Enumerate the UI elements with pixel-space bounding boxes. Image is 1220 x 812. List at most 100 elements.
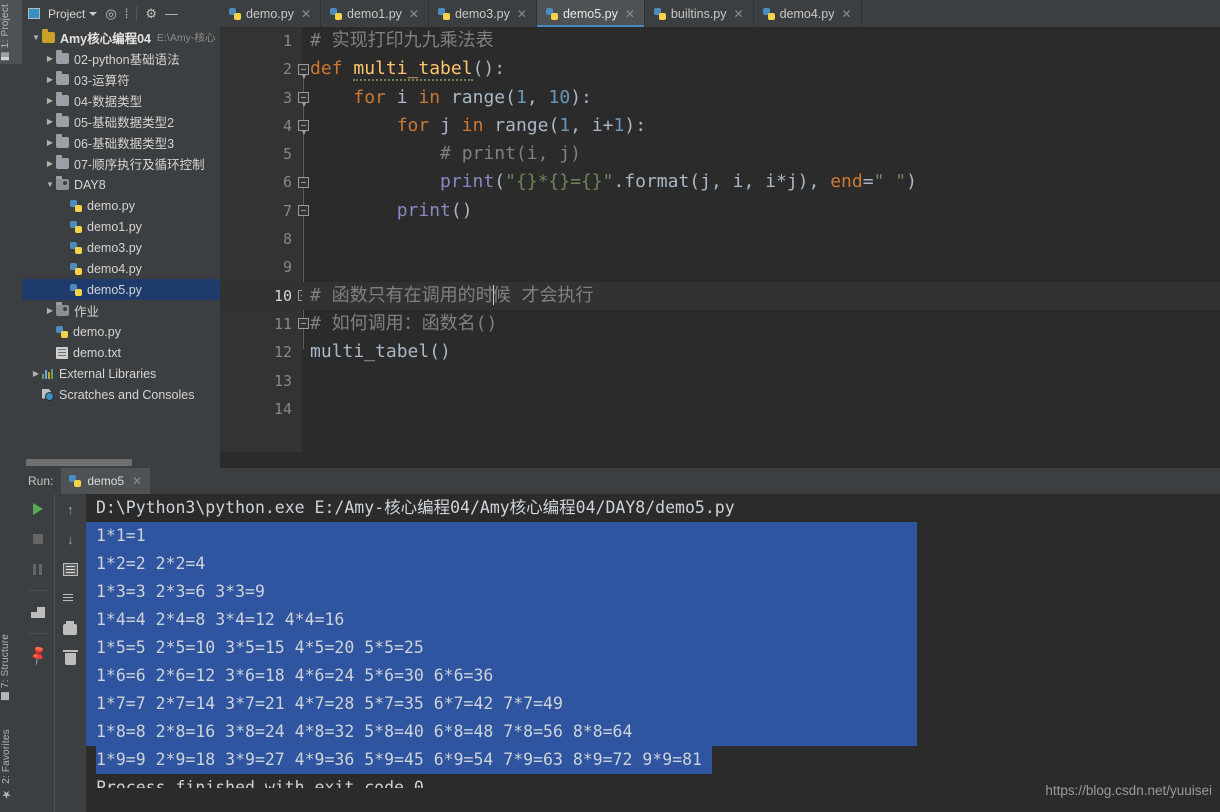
rerun-icon[interactable] [29, 500, 47, 518]
line-number-8[interactable]: 8 [220, 225, 302, 253]
pin-icon[interactable]: 📌 [26, 643, 49, 666]
tree-item-12[interactable]: demo5.py [22, 279, 220, 300]
editor-tab-demo3-py[interactable]: demo3.py ✕ [429, 0, 537, 27]
editor-gutter[interactable]: 1 2 3 4 5 6 7 8 9 10 11 12 13 14 [220, 27, 302, 459]
tree-item-2[interactable]: ▶ 03-运算符 [22, 69, 220, 90]
close-icon[interactable]: ✕ [517, 7, 527, 21]
chevron-right-icon[interactable]: ▶ [30, 369, 42, 378]
console-output-line-6: 1*6=6 2*6=12 3*6=18 4*6=24 5*6=30 6*6=36 [86, 662, 917, 690]
print-icon[interactable] [61, 620, 79, 638]
line-number-9[interactable]: 9 [220, 253, 302, 281]
line-number-10[interactable]: 10 [220, 281, 302, 310]
line-number-4[interactable]: 4 [220, 112, 302, 140]
line-number-6[interactable]: 6 [220, 168, 302, 196]
tree-item-path: E:\Amy-核心 [157, 32, 216, 44]
tree-item-3[interactable]: ▶ 04-数据类型 [22, 90, 220, 111]
line-number-1[interactable]: 1 [220, 27, 302, 55]
close-icon[interactable]: ✕ [841, 7, 851, 21]
python-file-icon [70, 220, 82, 233]
line-number-3[interactable]: 3 [220, 84, 302, 112]
line-number-7[interactable]: 7 [220, 197, 302, 225]
tree-item-label: demo.py [87, 198, 135, 213]
tree-item-5[interactable]: ▶ 06-基础数据类型3 [22, 132, 220, 153]
scroll-up-icon[interactable]: ↑ [61, 500, 79, 518]
line-number-5[interactable]: 5 [220, 140, 302, 168]
chevron-right-icon[interactable]: ▶ [44, 75, 56, 84]
chevron-right-icon[interactable]: ▶ [44, 306, 56, 315]
restore-layout-icon[interactable] [29, 603, 47, 621]
tree-scrollbar-thumb[interactable] [26, 459, 132, 466]
tree-item-6[interactable]: ▶ 07-顺序执行及循环控制 [22, 153, 220, 174]
tree-item-13[interactable]: ▶ 作业 [22, 300, 220, 321]
tree-item-15[interactable]: demo.txt [22, 342, 220, 363]
console-output-line-2: 1*2=2 2*2=4 [86, 550, 917, 578]
editor-tab-bar: demo.py ✕ demo1.py ✕ demo3.py ✕ demo5.py ✕ built… [220, 0, 1220, 28]
chevron-down-icon[interactable]: ▼ [30, 33, 42, 42]
editor-tab-demo5-py[interactable]: demo5.py ✕ [536, 0, 645, 27]
selected-text: 1*9=9 2*9=18 3*9=27 4*9=36 5*9=45 6*9=54… [96, 746, 712, 774]
code-editor[interactable]: 1 2 3 4 5 6 7 8 9 10 11 12 13 14 # 实现打印九九乘法表 def mult… [220, 27, 1220, 459]
line-number-2[interactable]: 2 [220, 55, 302, 83]
line-number-14[interactable]: 14 [220, 395, 302, 423]
left-tool-rail: 1: Project 7: Structure ★ 2: Favorites [0, 0, 23, 812]
rail-button-favorites[interactable]: ★ 2: Favorites [0, 725, 22, 805]
crosshair-icon[interactable]: ◎ [105, 7, 116, 20]
tree-item-0[interactable]: ▼ Amy核心编程04 E:\Amy-核心 [22, 27, 220, 48]
tree-item-11[interactable]: demo4.py [22, 258, 220, 279]
chevron-down-icon[interactable] [89, 11, 98, 16]
chevron-down-icon[interactable]: ▼ [44, 180, 56, 189]
close-icon[interactable]: ✕ [132, 474, 142, 488]
editor-tab-demo-py[interactable]: demo.py ✕ [220, 0, 322, 27]
project-tree[interactable]: ▼ Amy核心编程04 E:\Amy-核心 ▶ 02-python基础语法 ▶ 03-运算符… [22, 27, 220, 459]
run-config-label: demo5 [87, 474, 125, 488]
tree-item-14[interactable]: demo.py [22, 321, 220, 342]
tree-item-9[interactable]: demo1.py [22, 216, 220, 237]
close-icon[interactable]: ✕ [734, 7, 744, 21]
editor-tab-builtins-py[interactable]: builtins.py ✕ [645, 0, 754, 27]
tab-label: demo5.py [562, 6, 618, 21]
tree-item-17[interactable]: Scratches and Consoles [22, 384, 220, 405]
rail-button-structure[interactable]: 7: Structure [0, 630, 22, 704]
collapse-all-icon[interactable]: ⁞ [125, 7, 129, 20]
tree-item-label: External Libraries [59, 366, 157, 381]
code-line-6: print("{}*{}={}".format(j, i, i*j), end=… [440, 171, 917, 193]
code-content[interactable]: # 实现打印九九乘法表 def multi_tabel(): for i in … [302, 27, 1220, 459]
line-number-13[interactable]: 13 [220, 367, 302, 395]
selected-text: 1*2=2 2*2=4 [96, 550, 216, 578]
tree-item-7[interactable]: ▼ DAY8 [22, 174, 220, 195]
selected-text: 1*7=7 2*7=14 3*7=21 4*7=28 5*7=35 6*7=42… [96, 690, 573, 718]
close-icon[interactable]: ✕ [301, 7, 311, 21]
project-rail-icon [1, 52, 10, 61]
minimize-icon[interactable]: — [165, 7, 178, 20]
tree-item-1[interactable]: ▶ 02-python基础语法 [22, 48, 220, 69]
tree-item-16[interactable]: ▶ External Libraries [22, 363, 220, 384]
soft-wrap-icon[interactable] [61, 560, 79, 578]
chevron-right-icon[interactable]: ▶ [44, 96, 56, 105]
chevron-right-icon[interactable]: ▶ [44, 54, 56, 63]
tree-item-8[interactable]: demo.py [22, 195, 220, 216]
toolbar-divider [27, 590, 48, 591]
chevron-right-icon[interactable]: ▶ [44, 159, 56, 168]
rail-button-project[interactable]: 1: Project [0, 0, 22, 65]
stop-icon[interactable] [29, 530, 47, 548]
chevron-right-icon[interactable]: ▶ [44, 138, 56, 147]
scroll-down-icon[interactable]: ↓ [61, 530, 79, 548]
close-icon[interactable]: ✕ [409, 7, 419, 21]
code-line-12: multi_tabel() [310, 341, 451, 363]
console-output[interactable]: D:\Python3\python.exe E:/Amy-核心编程04/Amy核… [86, 494, 1220, 812]
line-number-11[interactable]: 11 [220, 310, 302, 338]
gear-icon[interactable]: ⚙ [145, 7, 157, 20]
python-icon [69, 475, 82, 487]
run-config-tab[interactable]: demo5 ✕ [61, 468, 151, 494]
close-icon[interactable]: ✕ [625, 7, 635, 21]
pause-icon[interactable] [29, 560, 47, 578]
line-number-12[interactable]: 12 [220, 338, 302, 366]
editor-tab-demo1-py[interactable]: demo1.py ✕ [321, 0, 429, 27]
chevron-right-icon[interactable]: ▶ [44, 117, 56, 126]
scroll-to-end-icon[interactable] [61, 590, 79, 608]
tree-item-10[interactable]: demo3.py [22, 237, 220, 258]
code-line-3: for i in range(1, 10): [353, 86, 592, 108]
editor-tab-demo4-py[interactable]: demo4.py ✕ [754, 0, 862, 27]
clear-all-icon[interactable] [61, 650, 79, 668]
tree-item-4[interactable]: ▶ 05-基础数据类型2 [22, 111, 220, 132]
